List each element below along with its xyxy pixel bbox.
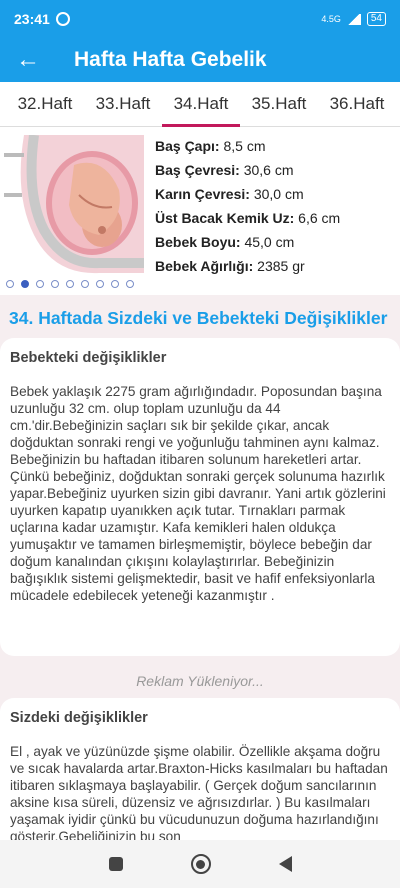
tab-week[interactable]: 36.Haft [318, 82, 396, 126]
status-bar: 23:41 4.5G 54 [0, 0, 400, 38]
app-bar: ← Hafta Hafta Gebelik [0, 38, 400, 82]
pager-dot[interactable] [21, 280, 29, 288]
measurement-label: Baş Çevresi: [155, 162, 240, 178]
week-info-panel: Baş Çapı: 8,5 cm Baş Çevresi: 30,6 cm Karı… [0, 127, 400, 295]
pager-dot[interactable] [96, 280, 104, 288]
pager-dot[interactable] [111, 280, 119, 288]
measurement-value: 30,6 cm [243, 162, 294, 178]
back-arrow-icon[interactable]: ← [0, 38, 56, 82]
measurement-row: Bebek Boyu: 45,0 cm [155, 231, 340, 255]
week-tabs: 32.Haft 33.Haft 34.Haft 35.Haft 36.Haft [0, 82, 400, 127]
fetus-illustration [4, 135, 144, 275]
status-time: 23:41 [14, 11, 50, 27]
mother-changes-card: Sizdeki değişiklikler El , ayak ve yüzün… [0, 698, 400, 840]
pager-dot[interactable] [66, 280, 74, 288]
tab-week[interactable]: 34.Haft [162, 82, 240, 127]
measurement-label: Üst Bacak Kemik Uz: [155, 210, 295, 226]
section-heading: 34. Haftada Sizdeki ve Bebekteki Değişik… [9, 308, 388, 328]
alarm-icon [55, 12, 70, 26]
measurement-label: Bebek Boyu: [155, 234, 241, 250]
pager-dot[interactable] [81, 280, 89, 288]
measurement-row: Baş Çevresi: 30,6 cm [155, 159, 340, 183]
measurement-row: Baş Çapı: 8,5 cm [155, 135, 340, 159]
signal-icon [346, 13, 361, 25]
pager-dot[interactable] [6, 280, 14, 288]
measurement-row: Bebek Ağırlığı: 2385 gr [155, 255, 340, 279]
mother-card-title: Sizdeki değişiklikler [10, 710, 148, 726]
recent-apps-icon[interactable] [108, 857, 123, 871]
tab-week[interactable]: 35.Haft [240, 82, 318, 126]
baby-card-title: Bebekteki değişiklikler [10, 350, 167, 366]
network-label: 4.5G [321, 14, 341, 24]
measurement-row: Üst Bacak Kemik Uz: 6,6 cm [155, 207, 340, 231]
ad-placeholder: Reklam Yükleniyor... [136, 673, 264, 689]
measurement-value: 2385 gr [257, 258, 305, 274]
measurements-list: Baş Çapı: 8,5 cm Baş Çevresi: 30,6 cm Karı… [155, 135, 340, 279]
tab-week[interactable]: 32.Haft [6, 82, 84, 126]
measurement-value: 45,0 cm [244, 234, 295, 250]
system-nav-bar [0, 840, 400, 888]
tab-week[interactable]: 33.Haft [84, 82, 162, 126]
battery-icon: 54 [366, 12, 386, 26]
measurement-row: Karın Çevresi: 30,0 cm [155, 183, 340, 207]
measurement-label: Baş Çapı: [155, 138, 220, 154]
pager-dot[interactable] [36, 280, 44, 288]
pager-dot[interactable] [51, 280, 59, 288]
measurement-label: Bebek Ağırlığı: [155, 258, 254, 274]
nav-back-icon[interactable] [278, 856, 292, 872]
measurement-value: 6,6 cm [298, 210, 341, 226]
measurement-value: 8,5 cm [223, 138, 266, 154]
measurement-value: 30,0 cm [253, 186, 304, 202]
image-pager [6, 280, 134, 288]
measurement-label: Karın Çevresi: [155, 186, 250, 202]
baby-changes-card: Bebekteki değişiklikler Bebek yaklaşık 2… [0, 338, 400, 656]
mother-card-text: El , ayak ve yüzünüzde şişme olabilir. Ö… [10, 744, 388, 840]
baby-card-text: Bebek yaklaşık 2275 gram ağırlığındadır.… [10, 384, 386, 603]
page-title: Hafta Hafta Gebelik [74, 48, 267, 71]
pager-dot[interactable] [126, 280, 134, 288]
home-icon[interactable] [190, 854, 211, 874]
status-icons: 4.5G 54 [321, 12, 386, 26]
